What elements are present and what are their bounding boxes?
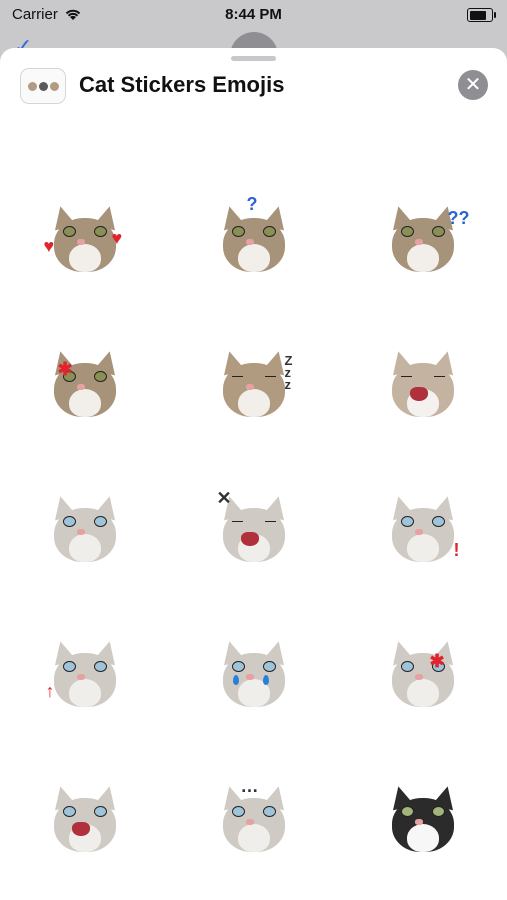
sheet-header: Cat Stickers Emojis ✕ [0,66,507,110]
sticker-annoyed-cat[interactable]: ✱ [338,601,507,746]
love-cat-decoration: ♥ [43,235,55,256]
angry-cat-image: ✱ [49,348,120,417]
shocked-cat-image [49,783,120,852]
sheet-grabber[interactable] [231,56,276,61]
sticker-angry-cat[interactable]: ✱ [0,311,169,456]
confused-cat-decoration: ?? [447,207,470,228]
up-arrow-cat-decoration: ↑ [45,680,55,701]
love-cat-decoration: ♥ [111,227,123,248]
question-cat-image: ? [218,194,289,272]
angry-cat-decoration: ✱ [57,358,73,379]
close-button[interactable]: ✕ [458,70,488,100]
sticker-grid: ♥ ♥??? ✱ Z z z ✕! ↑ ✱… [0,166,507,891]
battery-icon [467,8,496,22]
sticker-crying-cat[interactable] [169,601,338,746]
sticker-sheet: Cat Stickers Emojis ✕ ♥ ♥??? ✱ Z z z ✕! ↑ ✱… [0,48,507,900]
love-cat-image: ♥ ♥ [44,203,123,272]
speechless-cat-decoration: … [240,775,259,796]
sticker-yawning-cat[interactable] [338,311,507,456]
sticker-surprised-cat[interactable]: ! [338,456,507,601]
app-icon [20,68,66,104]
surprised-cat-image: ! [387,493,460,562]
sticker-sleepy-cat[interactable]: Z z z [169,311,338,456]
surprised-cat-decoration: ! [453,539,460,560]
confused-cat-image: ?? [387,203,470,272]
annoyed-cat-decoration: ✱ [429,650,445,671]
sticker-tuxedo-cat[interactable] [338,746,507,891]
sticker-shocked-cat[interactable] [0,746,169,891]
close-icon: ✕ [464,74,482,96]
crying-cat-image [218,638,289,707]
sleepy-cat-image: Z z z [218,348,292,417]
status-bar: Carrier 8:44 PM [0,0,507,30]
tuxedo-cat-image [387,783,458,852]
screaming-cat-image: ✕ [217,488,289,562]
up-arrow-cat-image: ↑ [46,638,120,707]
yawning-cat-image [387,348,458,417]
sticker-question-cat[interactable]: ? [169,166,338,311]
sticker-neutral-cat[interactable] [0,456,169,601]
neutral-cat-image [49,493,120,562]
speechless-cat-image: … [218,776,289,852]
sticker-up-arrow-cat[interactable]: ↑ [0,601,169,746]
question-cat-decoration: ? [246,193,258,214]
sleepy-cat-decoration: Z z z [284,352,293,392]
sticker-speechless-cat[interactable]: … [169,746,338,891]
annoyed-cat-image: ✱ [387,638,458,707]
sticker-confused-cat[interactable]: ?? [338,166,507,311]
sticker-screaming-cat[interactable]: ✕ [169,456,338,601]
status-time: 8:44 PM [225,6,282,23]
sticker-love-cat[interactable]: ♥ ♥ [0,166,169,311]
screaming-cat-decoration: ✕ [216,487,232,508]
sheet-title: Cat Stickers Emojis [79,72,285,97]
